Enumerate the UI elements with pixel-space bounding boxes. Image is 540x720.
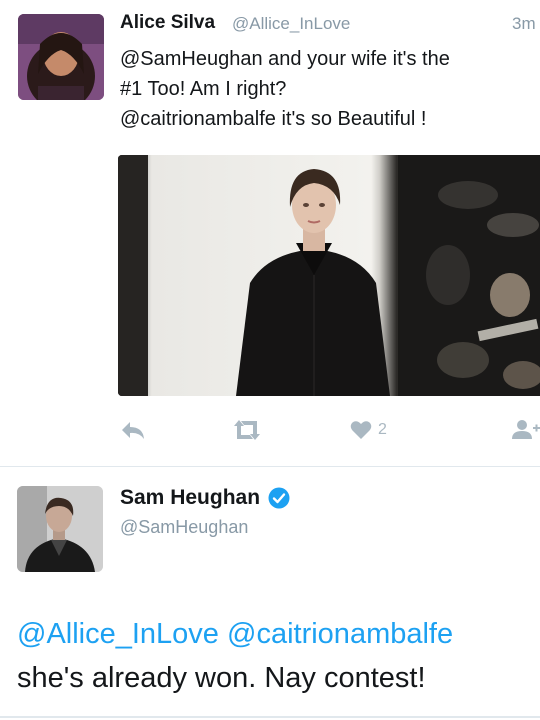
tweet-mentions-line: @Allice_InLove @caitrionambalfe (17, 612, 537, 656)
tweet-divider (0, 466, 540, 467)
retweet-button[interactable] (230, 410, 264, 450)
mention-link[interactable]: @caitrionambalfe (227, 618, 453, 650)
author-name-text[interactable]: Sam Heughan (120, 486, 260, 510)
avatar-alice-silva[interactable] (18, 14, 104, 100)
tweet-photo[interactable] (118, 155, 540, 396)
reply-icon (122, 422, 144, 439)
verified-badge-icon (268, 487, 290, 509)
avatar-sam-heughan[interactable] (17, 486, 103, 572)
reply-button[interactable] (120, 410, 146, 450)
author-name[interactable]: Alice Silva (120, 12, 215, 34)
tweet-text: @Allice_InLove @caitrionambalfe she's al… (17, 612, 537, 700)
tweet-text-line: @caitrionambalfe it's so Beautiful ! (120, 108, 427, 130)
like-button[interactable]: 2 (350, 410, 387, 450)
author-handle[interactable]: @Allice_InLove (232, 14, 350, 34)
follow-icon (512, 420, 540, 439)
bottom-divider (0, 716, 540, 718)
author-name[interactable]: Sam Heughan (120, 486, 290, 510)
tweet-text-line: @SamHeughan and your wife it's the (120, 48, 450, 70)
tweet-text: @SamHeughan and your wife it's the #1 To… (120, 44, 540, 134)
author-handle[interactable]: @SamHeughan (120, 517, 248, 538)
tweet-body-line: she's already won. Nay contest! (17, 662, 426, 694)
tweet-alice-silva[interactable]: Alice Silva @Allice_InLove 3m @SamHeugha… (0, 0, 540, 465)
tweet-actions: 2 (0, 410, 540, 450)
like-count: 2 (378, 421, 387, 438)
heart-icon (350, 421, 372, 439)
retweet-icon (234, 420, 260, 440)
tweet-text-line: #1 Too! Am I right? (120, 78, 287, 100)
follow-button[interactable] (510, 410, 540, 450)
mention-link[interactable]: @Allice_InLove (17, 618, 219, 650)
timestamp[interactable]: 3m (512, 14, 536, 34)
